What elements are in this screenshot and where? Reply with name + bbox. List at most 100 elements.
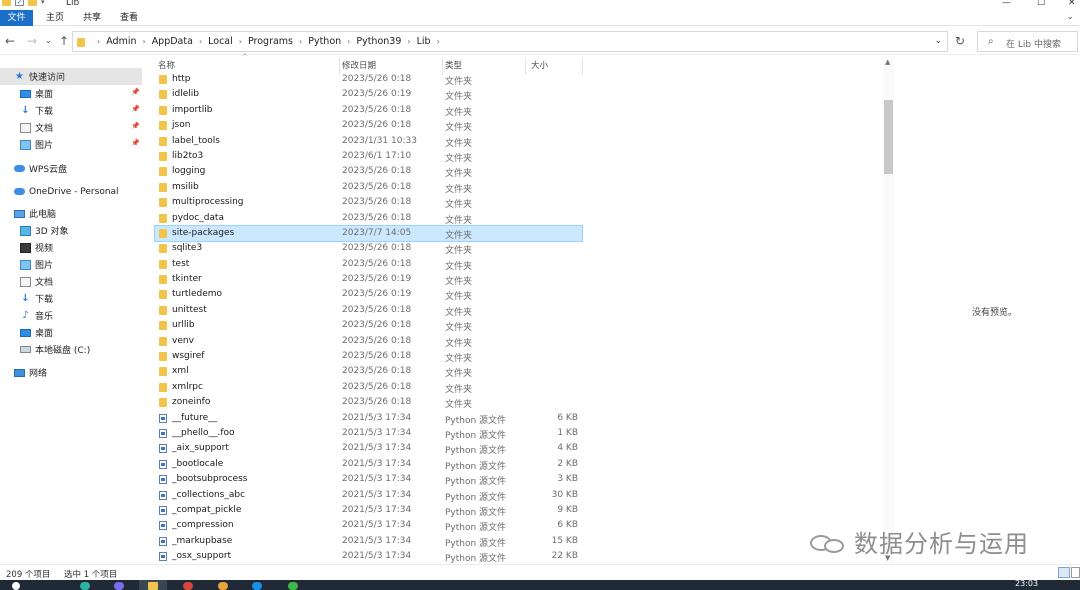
sidebar-item-documents[interactable]: 文档 📌 [0, 119, 142, 136]
forward-arrow-icon[interactable]: → [27, 34, 37, 48]
tab-share[interactable]: 共享 [75, 10, 109, 26]
table-row[interactable]: http 2023/5/26 0:18 文件夹 [155, 72, 582, 87]
breadcrumb-python[interactable]: Python [308, 36, 341, 47]
table-row[interactable]: label_tools 2023/1/31 10:33 文件夹 [155, 134, 582, 149]
table-row[interactable]: xml 2023/5/26 0:18 文件夹 [155, 364, 582, 379]
table-row[interactable]: _markupbase 2021/5/3 17:34 Python 源文件 15 KB [155, 534, 582, 549]
table-row[interactable]: _collections_abc 2021/5/3 17:34 Python 源文件… [155, 488, 582, 503]
back-arrow-icon[interactable]: ← [5, 34, 15, 48]
table-row[interactable]: zoneinfo 2023/5/26 0:18 文件夹 [155, 395, 582, 410]
sidebar-item-wps-cloud[interactable]: WPS云盘 [0, 160, 142, 177]
table-row[interactable]: urllib 2023/5/26 0:18 文件夹 [155, 318, 582, 333]
expand-ribbon-chevron-icon[interactable]: ⌄ [1066, 12, 1074, 22]
chevron-right-icon[interactable]: › [347, 37, 350, 46]
refresh-icon[interactable]: ↻ [951, 34, 969, 50]
new-folder-icon[interactable] [28, 0, 37, 6]
maximize-button[interactable]: ☐ [1037, 0, 1045, 8]
table-row[interactable]: _osx_support 2021/5/3 17:34 Python 源文件 22 K… [155, 549, 582, 564]
sidebar-item-local-disk-c[interactable]: 本地磁盘 (C:) [0, 341, 142, 358]
chevron-right-icon[interactable]: › [97, 37, 100, 46]
search-box[interactable]: ⌕ 在 Lib 中搜索 [977, 31, 1078, 52]
scrollbar-thumb[interactable] [884, 100, 893, 174]
sidebar-item-3d-objects[interactable]: 3D 对象 [0, 222, 142, 239]
table-row[interactable]: __future__ 2021/5/3 17:34 Python 源文件 6 KB [155, 411, 582, 426]
table-row[interactable]: __phello__.foo 2021/5/3 17:34 Python 源文件 1 … [155, 426, 582, 441]
table-row[interactable]: json 2023/5/26 0:18 文件夹 [155, 118, 582, 133]
file-type: 文件夹 [445, 153, 473, 164]
taskbar-app-icon[interactable] [288, 582, 298, 590]
large-icons-view-icon[interactable] [1071, 567, 1080, 578]
table-row[interactable]: tkinter 2023/5/26 0:19 文件夹 [155, 272, 582, 287]
breadcrumb-admin[interactable]: Admin [106, 36, 136, 47]
chevron-right-icon[interactable]: › [407, 37, 410, 46]
table-row[interactable]: _bootlocale 2021/5/3 17:34 Python 源文件 2 KB [155, 457, 582, 472]
chevron-right-icon[interactable]: › [437, 37, 440, 46]
details-view-icon[interactable] [1058, 567, 1070, 578]
sidebar-item-this-pc[interactable]: 此电脑 [0, 205, 142, 222]
file-explorer-icon[interactable] [148, 582, 158, 590]
table-row[interactable]: turtledemo 2023/5/26 0:19 文件夹 [155, 287, 582, 302]
taskbar-app-icon[interactable] [252, 582, 262, 590]
taskbar-app-icon[interactable] [218, 582, 228, 590]
table-row[interactable]: wsgiref 2023/5/26 0:18 文件夹 [155, 349, 582, 364]
start-icon[interactable] [12, 582, 20, 590]
sidebar-item-videos[interactable]: 视频 [0, 239, 142, 256]
tab-file[interactable]: 文件 [0, 10, 33, 26]
picture-icon [20, 259, 31, 270]
properties-icon[interactable]: ✓ [15, 0, 24, 6]
table-row[interactable]: multiprocessing 2023/5/26 0:18 文件夹 [155, 195, 582, 210]
taskbar-app-icon[interactable] [183, 582, 193, 590]
table-row[interactable]: site-packages 2023/7/7 14:05 文件夹 [154, 224, 583, 243]
table-row[interactable]: test 2023/5/26 0:18 文件夹 [155, 257, 582, 272]
taskbar-app-icon[interactable] [114, 582, 124, 590]
sidebar-item-onedrive[interactable]: OneDrive - Personal [0, 183, 142, 200]
tab-view[interactable]: 查看 [112, 10, 146, 26]
table-row[interactable]: msilib 2023/5/26 0:18 文件夹 [155, 180, 582, 195]
table-row[interactable]: importlib 2023/5/26 0:18 文件夹 [155, 103, 582, 118]
breadcrumb-programs[interactable]: Programs [248, 36, 293, 47]
customize-toolbar-chevron-icon[interactable]: ▾ [41, 0, 45, 6]
chevron-right-icon[interactable]: › [299, 37, 302, 46]
breadcrumb-appdata[interactable]: AppData [152, 36, 193, 47]
table-row[interactable]: idlelib 2023/5/26 0:19 文件夹 [155, 87, 582, 102]
table-row[interactable]: _aix_support 2021/5/3 17:34 Python 源文件 4 KB [155, 441, 582, 456]
table-row[interactable]: unittest 2023/5/26 0:18 文件夹 [155, 303, 582, 318]
table-row[interactable]: _compat_pickle 2021/5/3 17:34 Python 源文件 9 … [155, 503, 582, 518]
table-row[interactable]: venv 2023/5/26 0:18 文件夹 [155, 334, 582, 349]
sidebar-item-network[interactable]: 网络 [0, 364, 142, 381]
address-bar[interactable]: › Admin › AppData › Local › Programs › P… [72, 31, 948, 52]
scroll-up-icon[interactable]: ▲ [885, 58, 890, 66]
sidebar-item-pictures-pc[interactable]: 图片 [0, 256, 142, 273]
table-row[interactable]: _bootsubprocess 2021/5/3 17:34 Python 源文件 3… [155, 472, 582, 487]
taskbar-app-icon[interactable] [80, 582, 90, 590]
chevron-right-icon[interactable]: › [239, 37, 242, 46]
sidebar-item-downloads[interactable]: ↓ 下载 📌 [0, 102, 142, 119]
sidebar-item-documents-pc[interactable]: 文档 [0, 273, 142, 290]
table-row[interactable]: _compression 2021/5/3 17:34 Python 源文件 6 KB [155, 518, 582, 533]
recent-locations-chevron-icon[interactable]: ⌄ [45, 36, 52, 45]
sidebar-item-desktop-pc[interactable]: 桌面 [0, 324, 142, 341]
breadcrumb-python39[interactable]: Python39 [356, 36, 401, 47]
up-arrow-icon[interactable]: ↑ [59, 34, 69, 48]
table-row[interactable]: lib2to3 2023/6/1 17:10 文件夹 [155, 149, 582, 164]
table-row[interactable]: logging 2023/5/26 0:18 文件夹 [155, 164, 582, 179]
tab-home[interactable]: 主页 [38, 10, 72, 26]
sidebar-item-pictures[interactable]: 图片 📌 [0, 136, 142, 153]
table-row[interactable]: pydoc_data 2023/5/26 0:18 文件夹 [155, 211, 582, 226]
breadcrumb-local[interactable]: Local [208, 36, 233, 47]
minimize-button[interactable]: — [1002, 0, 1011, 8]
breadcrumb-lib[interactable]: Lib [417, 36, 431, 47]
table-row[interactable]: xmlrpc 2023/5/26 0:18 文件夹 [155, 380, 582, 395]
table-row[interactable]: sqlite3 2023/5/26 0:18 文件夹 [155, 241, 582, 256]
chevron-right-icon[interactable]: › [142, 37, 145, 46]
search-input[interactable]: 在 Lib 中搜索 [1006, 37, 1061, 50]
vertical-scrollbar[interactable]: ▲ ▼ [883, 56, 894, 564]
sidebar-item-quick-access[interactable]: ★ 快速访问 [0, 68, 142, 85]
chevron-right-icon[interactable]: › [199, 37, 202, 46]
close-button[interactable]: ✕ [1068, 0, 1076, 8]
sidebar-item-downloads-pc[interactable]: ↓ 下载 [0, 290, 142, 307]
sidebar-item-desktop[interactable]: 桌面 📌 [0, 85, 142, 102]
address-history-chevron-icon[interactable]: ⌄ [934, 36, 942, 46]
star-icon: ★ [15, 70, 24, 82]
sidebar-item-music[interactable]: ♪ 音乐 [0, 307, 142, 324]
